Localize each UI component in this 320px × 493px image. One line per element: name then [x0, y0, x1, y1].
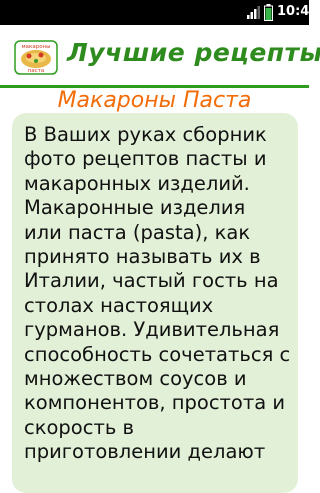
description-line: гурманов. Удивительная [24, 318, 280, 342]
description-line: принято называть их в [24, 245, 261, 269]
page-title: Макароны Паста [57, 88, 252, 113]
description-text: В Ваших руках сборник фото рецептов паст… [24, 123, 296, 465]
app-logo: макароны паста [14, 40, 58, 75]
status-bar: 10:40 [0, 0, 318, 25]
logo-text-bottom: паста [28, 68, 45, 74]
description-line: способность сочетаться с [24, 342, 291, 366]
description-line: компонентов, простота и [24, 391, 286, 415]
app-title: Лучшие рецепты [67, 38, 320, 67]
description-line: столах настоящих [24, 293, 214, 317]
logo-text-top: макароны [21, 44, 50, 50]
battery-icon [264, 4, 273, 21]
description-card[interactable]: В Ваших руках сборник фото рецептов паст… [12, 113, 298, 493]
description-line: Италии, частый гость на [24, 269, 279, 293]
description-line: или паста (pasta), как [24, 220, 251, 244]
status-time: 10:40 [277, 4, 319, 19]
description-line: множеством соусов и [24, 367, 247, 391]
description-line: приготовлении делают [24, 440, 266, 464]
description-line: Макаронные изделия [24, 196, 246, 220]
description-line: фото рецептов пасты и [24, 147, 267, 171]
description-line: скорость в [24, 415, 135, 439]
signal-icon [247, 6, 260, 19]
description-line: макаронных изделий. [24, 171, 250, 195]
description-line: В Ваших руках сборник [24, 123, 267, 146]
